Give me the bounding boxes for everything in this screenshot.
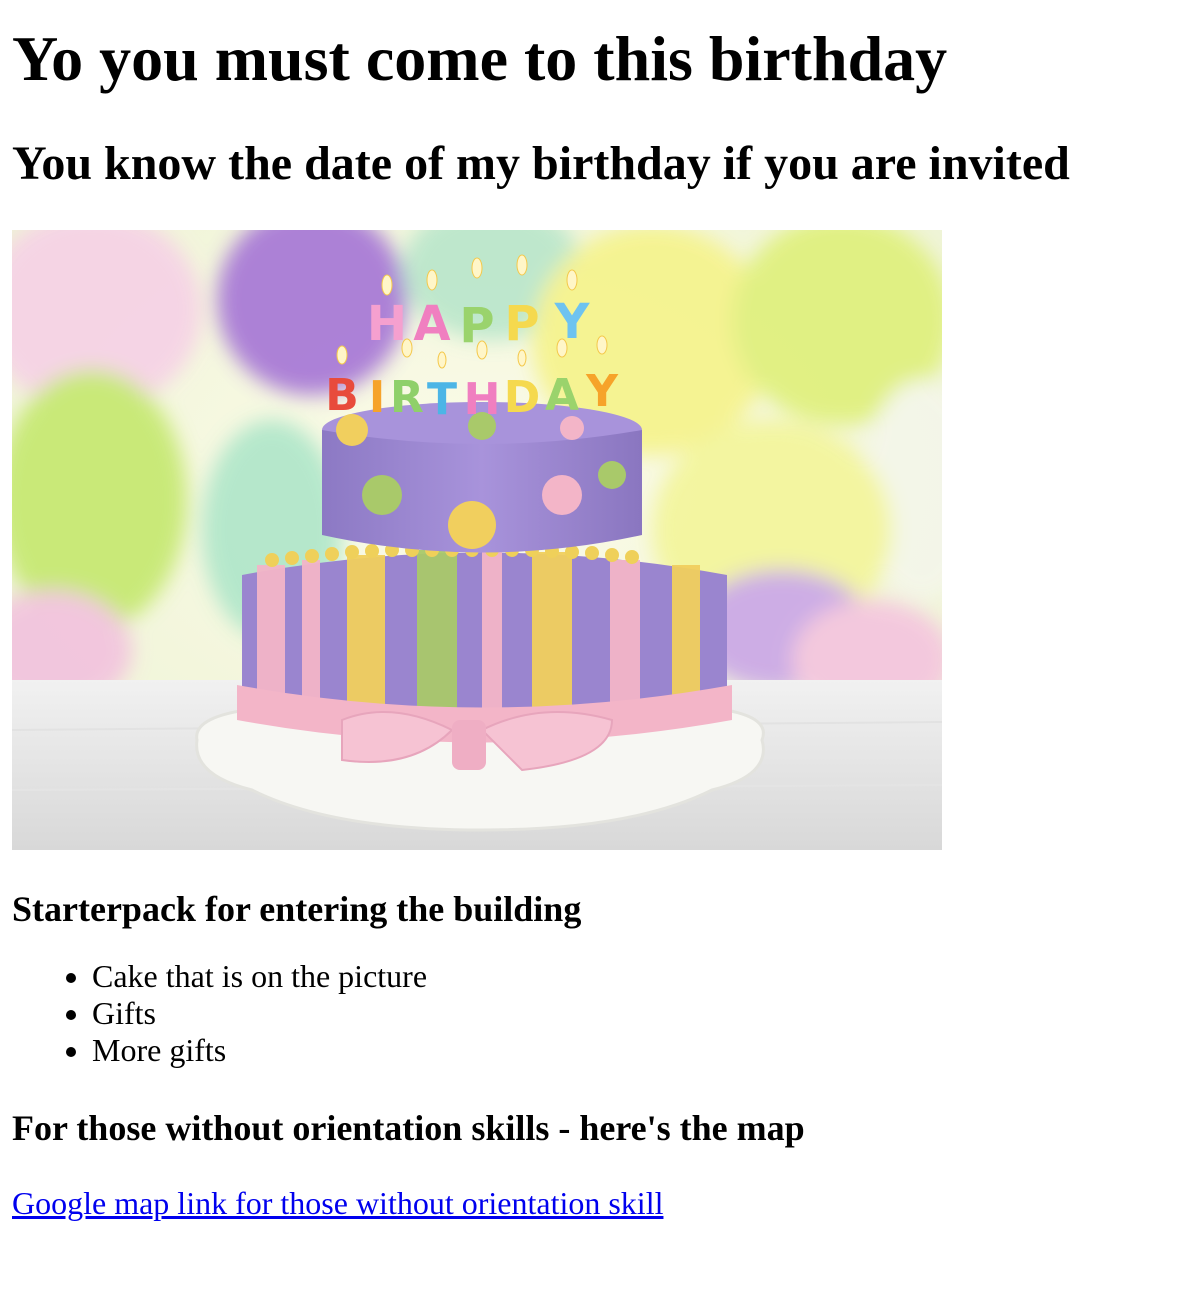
starterpack-list: Cake that is on the picture Gifts More g… [12,958,1187,1069]
page-subtitle: You know the date of my birthday if you … [12,137,1070,190]
candle-letter: I [369,372,385,423]
map-heading: For those without orientation skills - h… [12,1108,805,1148]
candle-letter: H [464,374,501,425]
candle-letter: P [459,298,494,354]
list-item: More gifts [92,1032,1187,1069]
candle-letter: D [504,372,541,423]
starterpack-heading: Starterpack for entering the building [12,889,582,929]
birthday-cake-image: H A P P Y B I R T H D A Y [12,230,942,850]
list-item: Cake that is on the picture [92,958,1187,995]
google-map-link[interactable]: Google map link for those without orient… [12,1185,663,1221]
map-link-paragraph: Google map link for those without orient… [12,1185,1187,1222]
candle-letter: Y [585,366,619,417]
candle-letter: P [504,296,539,352]
candle-letter: R [390,372,424,423]
page-title: Yo you must come to this birthday [12,23,948,94]
candle-letter: H [367,296,407,352]
candle-letter: B [325,370,359,421]
candle-letter: A [413,296,450,352]
list-item: Gifts [92,995,1187,1032]
candle-letter: A [545,370,579,421]
candle-letter: T [427,374,457,425]
